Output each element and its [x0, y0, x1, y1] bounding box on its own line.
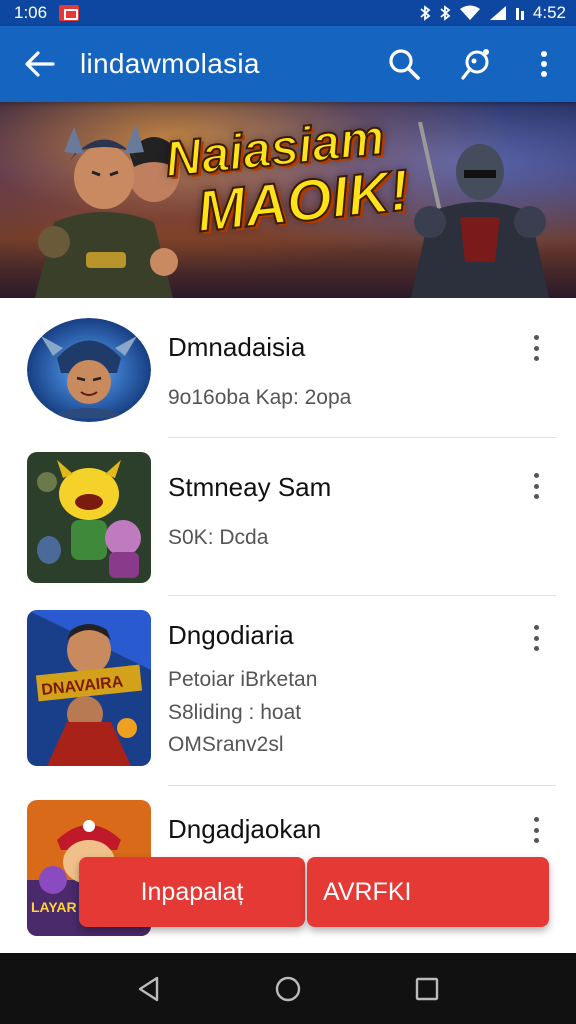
more-vert-icon — [541, 51, 547, 77]
install-button[interactable]: Inpapalaț — [79, 857, 305, 927]
search-icon — [389, 49, 420, 80]
item-overflow-button[interactable] — [516, 328, 556, 368]
share-button[interactable] — [440, 26, 512, 102]
item-title: Stmneay Sam — [168, 472, 332, 502]
system-nav-bar — [0, 953, 576, 1024]
item-subtitle-1: Petoiar iBrketan — [168, 668, 318, 691]
circle-home-icon — [275, 976, 301, 1001]
game-list: Dmnadaisia 9o16ob‌a Kap: 2opa Stmneay Sa… — [0, 298, 576, 953]
svg-text:LAYAR: LAYAR — [31, 899, 77, 915]
item-thumbnail: DNAVAIRA — [27, 610, 151, 766]
promo-banner[interactable]: Naiasiam MAOIK! — [0, 102, 576, 298]
item-title: Dngodiaria — [168, 620, 294, 650]
item-subtitle-3: OMSranv2sl — [168, 733, 284, 756]
item-overflow-button[interactable] — [516, 810, 556, 850]
banner-headline: Naiasiam MAOIK! — [162, 108, 413, 246]
more-vert-icon — [533, 817, 539, 843]
nav-home-button[interactable] — [258, 959, 318, 1019]
item-overflow-button[interactable] — [516, 618, 556, 658]
signal-icon-2 — [515, 8, 524, 20]
apk-download-button[interactable]: AVRFKI — [307, 857, 549, 927]
bluetooth-icon — [420, 5, 431, 21]
wifi-icon — [459, 5, 480, 20]
back-arrow-icon — [25, 51, 55, 77]
nav-recents-button[interactable] — [397, 959, 457, 1019]
item-overflow-button[interactable] — [516, 466, 556, 506]
item-subtitle-2: S8liding : hoat — [168, 701, 302, 724]
more-vert-icon — [533, 625, 539, 651]
status-bar: 1:06 4:52 — [0, 0, 576, 26]
triangle-back-icon — [139, 976, 159, 1001]
item-subtitle: S0K: Dcda — [168, 526, 269, 549]
square-recents-icon — [415, 977, 438, 1000]
more-vert-icon — [533, 335, 539, 361]
notification-icon — [59, 5, 80, 21]
item-thumbnail — [27, 452, 151, 583]
more-vert-icon — [533, 473, 539, 499]
list-item[interactable]: Dmnadaisia 9o16ob‌a Kap: 2opa — [0, 298, 576, 438]
item-title: Dngadjaokan — [168, 814, 322, 844]
battery-text: 4:52 — [532, 3, 566, 22]
item-title: Dmnadaisia — [168, 332, 306, 362]
overflow-menu-button[interactable] — [512, 26, 576, 102]
status-time: 1:06 — [14, 3, 48, 22]
item-thumbnail — [27, 318, 151, 422]
search-button[interactable] — [368, 26, 440, 102]
back-button[interactable] — [0, 26, 80, 102]
list-item[interactable]: DNAVAIRA Dngodiaria Petoiar iBrketan S8l… — [0, 596, 576, 786]
app-bar: lindawmolasia — [0, 26, 576, 102]
app-title: lindawmolasia — [80, 48, 260, 79]
bluetooth-icon-2 — [440, 5, 451, 21]
nav-back-button[interactable] — [119, 959, 179, 1019]
share-icon — [461, 49, 489, 80]
list-item[interactable]: Stmneay Sam S0K: Dcda — [0, 438, 576, 595]
armored-knight-illustration — [410, 122, 550, 298]
signal-icon — [489, 6, 506, 20]
item-subtitle: 9o16ob‌a Kap: 2opa — [168, 386, 352, 409]
